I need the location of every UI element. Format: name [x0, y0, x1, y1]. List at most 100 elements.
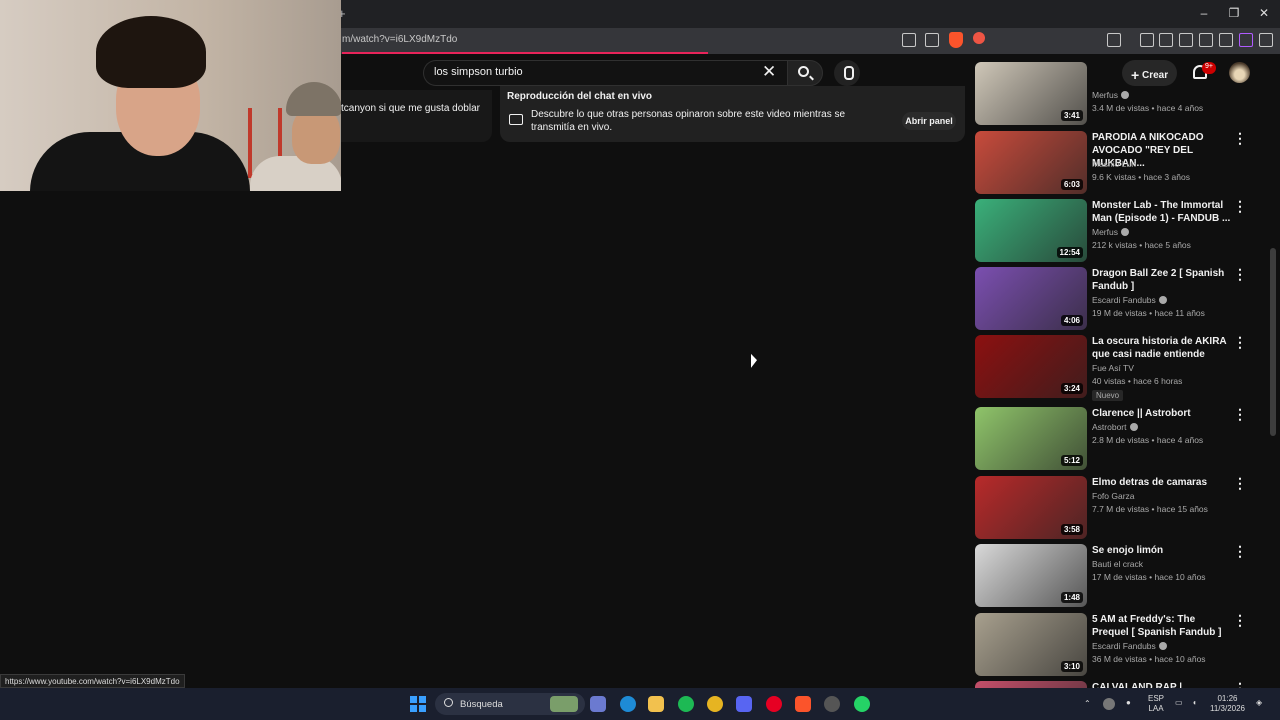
channel-name: Fue Así TV [1092, 363, 1134, 373]
chrome-icon[interactable] [707, 696, 723, 712]
steam-icon[interactable] [824, 696, 840, 712]
page-scrollbar[interactable] [1270, 248, 1276, 436]
pinterest-icon[interactable] [766, 696, 782, 712]
video-channel[interactable]: Astrobort [1092, 422, 1138, 432]
video-thumbnail[interactable]: 3:41 [975, 62, 1087, 125]
video-channel[interactable]: Escardi Fandubs [1092, 641, 1167, 651]
search-input[interactable]: los simpson turbio [434, 66, 523, 78]
tray-chevron-icon[interactable]: ⌃ [1084, 699, 1091, 709]
spotify-icon[interactable] [678, 696, 694, 712]
edge-icon[interactable] [620, 696, 636, 712]
video-duration: 4:06 [1060, 315, 1083, 326]
media-icon[interactable] [1140, 33, 1154, 47]
video-title[interactable]: Se enojo limón [1092, 544, 1232, 557]
brave-shields-icon[interactable] [949, 32, 963, 48]
brave-taskbar-icon[interactable] [795, 696, 811, 712]
video-meta: 7.7 M de vistas • hace 15 años [1092, 504, 1208, 514]
video-thumbnail[interactable]: 12:54 [975, 199, 1087, 262]
video-channel[interactable]: Escardi Fandubs [1092, 295, 1167, 305]
network-icon[interactable]: ▭ [1175, 698, 1183, 708]
wallet-icon[interactable] [1179, 33, 1193, 47]
video-title[interactable]: 5 AM at Freddy's: The Prequel [ Spanish … [1092, 613, 1232, 639]
video-thumbnail[interactable]: 3:24 [975, 335, 1087, 398]
video-title[interactable]: Elmo detras de camaras [1092, 476, 1232, 489]
notification-center-icon[interactable]: ◈ [1256, 698, 1262, 708]
video-duration: 6:03 [1060, 179, 1083, 190]
discord-icon[interactable] [736, 696, 752, 712]
channel-name: Merfus [1092, 90, 1118, 100]
channel-name: Astrobort [1092, 422, 1127, 432]
close-window-button[interactable]: ✕ [1254, 6, 1274, 20]
channel-name: Escardi Fandubs [1092, 641, 1156, 651]
tab-search-icon[interactable] [1107, 33, 1121, 47]
create-button[interactable]: + Crear [1122, 60, 1177, 86]
video-channel[interactable]: Merfus [1092, 90, 1129, 100]
video-thumbnail[interactable]: 6:03 [975, 131, 1087, 194]
more-actions-icon[interactable]: ⋮ [1233, 613, 1247, 627]
video-channel[interactable]: Fue Así TV [1092, 363, 1134, 373]
file-explorer-icon[interactable] [648, 696, 664, 712]
brave-rewards-icon[interactable] [973, 32, 985, 44]
webcam-overlay [0, 0, 341, 191]
maximize-button[interactable]: ❐ [1224, 6, 1244, 20]
video-thumbnail[interactable]: 1:48 [975, 544, 1087, 607]
more-actions-icon[interactable]: ⋮ [1233, 335, 1247, 349]
microphone-tray-icon[interactable]: ● [1126, 698, 1131, 708]
video-title[interactable]: La oscura historia de AKIRA que casi nad… [1092, 335, 1232, 361]
more-actions-icon[interactable]: ⋮ [1233, 267, 1247, 281]
verified-check-icon [1120, 91, 1129, 99]
more-actions-icon[interactable]: ⋮ [1233, 544, 1247, 558]
video-channel[interactable]: Bauti el crack [1092, 559, 1143, 569]
volume-icon[interactable]: ◖ [1192, 698, 1197, 708]
webcam-person-right-face [292, 108, 340, 164]
channel-name: Merfus [1092, 227, 1118, 237]
video-thumbnail[interactable]: 5:12 [975, 407, 1087, 470]
more-actions-icon[interactable]: ⋮ [1233, 476, 1247, 490]
menu-icon[interactable] [1259, 33, 1273, 47]
whatsapp-icon[interactable] [854, 696, 870, 712]
tray-app-icon[interactable] [1103, 698, 1115, 710]
video-channel[interactable]: Merfus [1092, 227, 1129, 237]
comment-snippet: tcanyon si que me gusta doblar [341, 103, 480, 114]
screen: + – ❐ ✕ m/watch?v=i6LX9dMzTdo los simpso… [0, 0, 1280, 720]
video-title[interactable]: Monster Lab - The Immortal Man (Episode … [1092, 199, 1232, 225]
taskbar-search-icon [444, 698, 453, 707]
video-thumbnail[interactable]: 3:10 [975, 613, 1087, 676]
clear-search-icon[interactable]: ✕ [762, 62, 776, 82]
account-avatar[interactable] [1229, 62, 1250, 83]
share-icon[interactable] [925, 33, 939, 47]
video-channel[interactable]: Mashio Lun [1092, 159, 1136, 169]
video-channel[interactable]: Fofo Garza [1092, 491, 1135, 501]
verified-check-icon [1120, 228, 1129, 236]
comment-snippet-card: tcanyon si que me gusta doblar [341, 90, 492, 142]
profile-icon[interactable] [1239, 33, 1253, 47]
video-thumbnail[interactable]: 4:06 [975, 267, 1087, 330]
video-duration: 3:41 [1060, 110, 1083, 121]
minimize-button[interactable]: – [1194, 6, 1214, 20]
language-indicator[interactable]: ESP LAA [1148, 694, 1164, 714]
start-button[interactable] [410, 696, 426, 712]
sidebar-icon[interactable] [1159, 33, 1173, 47]
leo-ai-icon[interactable] [1199, 33, 1213, 47]
more-actions-icon[interactable]: ⋮ [1233, 407, 1247, 421]
video-thumbnail[interactable]: 3:58 [975, 476, 1087, 539]
open-panel-button[interactable]: Abrir panel [902, 112, 956, 130]
clock[interactable]: 01:26 11/3/2026 [1210, 694, 1245, 714]
store-icon[interactable] [590, 696, 606, 712]
search-button[interactable] [787, 60, 823, 86]
more-actions-icon[interactable]: ⋮ [1233, 199, 1247, 213]
more-actions-icon[interactable]: ⋮ [1233, 131, 1247, 145]
widgets-icon[interactable] [550, 696, 578, 712]
live-chat-description: Descubre lo que otras personas opinaron … [531, 109, 846, 133]
channel-name: Bauti el crack [1092, 559, 1144, 569]
voice-search-button[interactable] [834, 60, 860, 86]
chat-icon [509, 114, 523, 125]
video-meta: 40 vistas • hace 6 horas [1092, 376, 1183, 386]
vpn-icon[interactable] [1219, 33, 1233, 47]
cast-icon[interactable] [902, 33, 916, 47]
video-title[interactable]: Clarence || Astrobort [1092, 407, 1232, 420]
search-icon [798, 66, 809, 77]
video-meta: 19 M de vistas • hace 11 años [1092, 308, 1205, 318]
url-text[interactable]: m/watch?v=i6LX9dMzTdo [342, 34, 457, 45]
video-title[interactable]: Dragon Ball Zee 2 [ Spanish Fandub ] [1092, 267, 1232, 293]
